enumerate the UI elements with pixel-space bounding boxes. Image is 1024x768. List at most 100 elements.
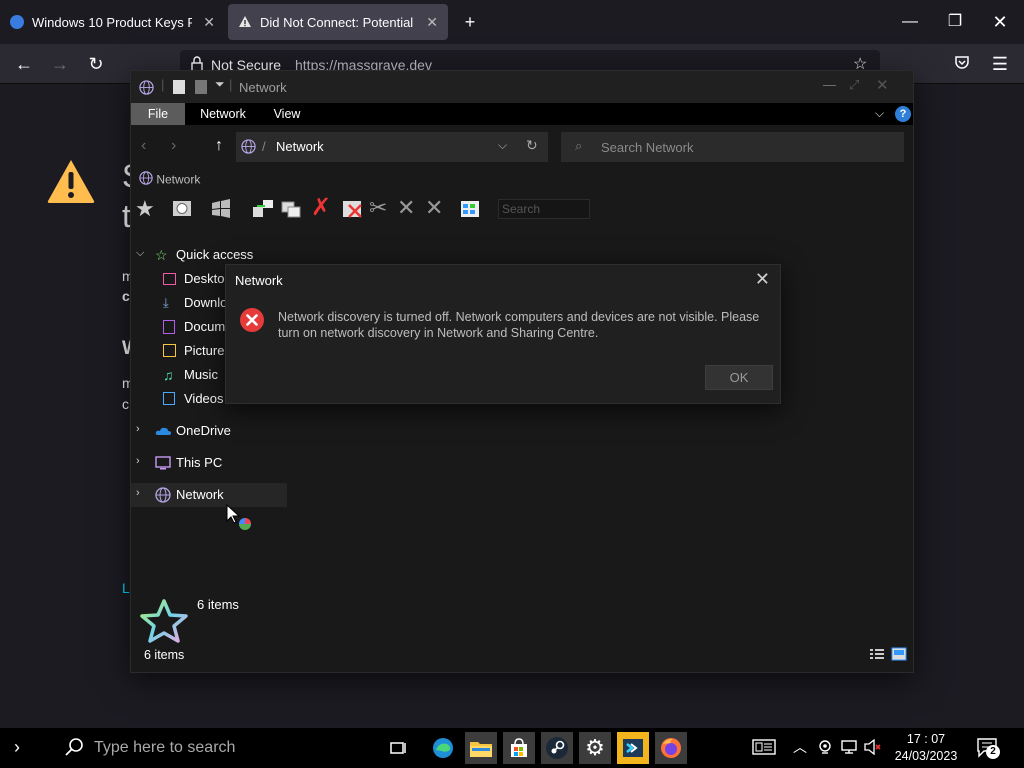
- search-input[interactable]: ⌕ Search Network: [561, 132, 904, 162]
- customize-qat-icon[interactable]: ⏷: [215, 77, 225, 92]
- delete-window-icon[interactable]: [341, 197, 365, 221]
- explorer-maximize-button[interactable]: ⤢: [849, 77, 859, 93]
- collapsed-chevron-icon[interactable]: ›: [136, 487, 140, 499]
- nav-network[interactable]: › Network: [131, 483, 287, 507]
- tab-windows-10-product-keys[interactable]: Windows 10 Product Keys Free ( ✕: [0, 4, 225, 40]
- webcam-icon[interactable]: [818, 739, 832, 760]
- nav-label: Network: [176, 487, 224, 502]
- title-separator: |: [229, 77, 233, 92]
- windows-cascade-icon[interactable]: [279, 197, 303, 221]
- restore-button[interactable]: ❐: [935, 8, 975, 36]
- documents-icon: [163, 320, 175, 334]
- large-icons-view-icon[interactable]: [891, 647, 907, 666]
- clock-time: 17 : 07: [906, 732, 946, 746]
- tab-file[interactable]: File: [131, 103, 185, 125]
- taskbar-search-input[interactable]: Type here to search: [94, 739, 235, 757]
- network-globe-icon: [139, 171, 153, 188]
- properties-icon[interactable]: [173, 80, 185, 94]
- status-bar-item-count: 6 items: [144, 648, 185, 662]
- volume-muted-icon[interactable]: [864, 738, 882, 760]
- nav-label: OneDrive: [176, 423, 231, 438]
- disconnect-drive-icon[interactable]: ✕: [397, 197, 421, 221]
- network-globe-icon: [139, 80, 154, 98]
- refresh-icon[interactable]: ↻: [526, 137, 538, 154]
- steam-icon[interactable]: [541, 732, 573, 764]
- terminal-app-icon[interactable]: [617, 732, 649, 764]
- collapsed-chevron-icon[interactable]: ›: [136, 455, 140, 467]
- tab-view[interactable]: View: [265, 103, 309, 125]
- dialog-close-button[interactable]: ✕: [755, 269, 770, 290]
- collapsed-chevron-icon[interactable]: ›: [136, 423, 140, 435]
- settings-gear-icon[interactable]: ⚙: [579, 732, 611, 764]
- address-bar[interactable]: / Network ⌵ ↻: [236, 132, 548, 162]
- nav-label: Quick access: [176, 247, 254, 262]
- tab-close-icon[interactable]: ✕: [203, 14, 215, 31]
- taskbar-clock[interactable]: 17 : 07 24/03/2023: [884, 731, 968, 765]
- nav-this-pc[interactable]: › This PC: [131, 451, 291, 475]
- toolbar-search-input[interactable]: Search: [498, 199, 590, 219]
- address-dropdown-icon[interactable]: ⌵: [498, 138, 507, 153]
- map-drive-icon[interactable]: [251, 197, 275, 221]
- warning-triangle-icon: [46, 158, 96, 204]
- page-text-fragment: c: [122, 396, 129, 412]
- breadcrumb-separator: /: [262, 139, 266, 154]
- location-text: Network: [156, 172, 201, 187]
- quick-access-large-star-icon: [139, 598, 189, 649]
- network-globe-icon: [241, 139, 256, 157]
- start-chevron-icon[interactable]: ›: [14, 737, 20, 758]
- details-view-icon[interactable]: [869, 647, 885, 666]
- page-link-fragment[interactable]: L: [122, 580, 130, 596]
- windows-taskbar: › Type here to search ⚙ ︿ 17 : 07 24/03/…: [0, 728, 1024, 768]
- expanded-chevron-icon[interactable]: ⌵: [136, 247, 144, 260]
- file-explorer-icon[interactable]: [465, 732, 497, 764]
- nav-label: Downlo: [184, 295, 228, 310]
- windows-flag-icon[interactable]: [209, 197, 233, 221]
- news-widget-icon[interactable]: [752, 738, 776, 761]
- breadcrumb[interactable]: Network: [276, 139, 324, 154]
- ok-button[interactable]: OK: [705, 365, 773, 390]
- tab-network[interactable]: Network: [197, 103, 249, 125]
- close-window-button[interactable]: ✕: [980, 8, 1020, 36]
- show-hidden-icons-icon[interactable]: ︿: [793, 737, 807, 757]
- microsoft-store-icon[interactable]: [503, 732, 535, 764]
- favorite-star-icon[interactable]: ★: [135, 197, 159, 221]
- tab-close-icon[interactable]: ✕: [426, 14, 438, 31]
- videos-icon: [163, 392, 175, 405]
- forward-arrow-icon[interactable]: →: [48, 52, 72, 76]
- network-status-icon[interactable]: [840, 739, 858, 760]
- ribbon-tabs: File Network View ⌵ ?: [131, 103, 913, 125]
- new-tab-button[interactable]: +: [458, 10, 482, 34]
- expand-ribbon-icon[interactable]: ⌵: [875, 106, 884, 121]
- pictures-icon: [163, 344, 176, 357]
- task-view-icon[interactable]: [382, 732, 414, 764]
- pocket-icon[interactable]: [950, 52, 974, 76]
- back-button[interactable]: ‹: [141, 137, 146, 155]
- search-icon[interactable]: [64, 737, 84, 762]
- nav-label: Music: [184, 367, 218, 382]
- tab-did-not-connect[interactable]: Did Not Connect: Potential Sec ✕: [228, 4, 448, 40]
- firefox-icon[interactable]: [655, 732, 687, 764]
- warning-favicon-icon: [238, 15, 252, 29]
- nav-onedrive[interactable]: › OneDrive: [131, 419, 291, 443]
- onedrive-cloud-icon: [155, 423, 171, 439]
- reload-icon[interactable]: ↻: [84, 52, 108, 76]
- menu-hamburger-icon[interactable]: ☰: [988, 52, 1012, 76]
- explorer-close-button[interactable]: ✕: [876, 76, 889, 94]
- help-icon[interactable]: ?: [895, 106, 911, 122]
- music-icon: ♫: [163, 367, 174, 383]
- new-folder-icon[interactable]: [195, 80, 207, 94]
- view-options-icon[interactable]: [459, 197, 483, 221]
- explorer-minimize-button[interactable]: —: [823, 77, 836, 92]
- forward-button[interactable]: ›: [171, 137, 176, 155]
- explorer-title-bar: | ⏷ | Network — ⤢ ✕: [131, 71, 913, 103]
- disconnect-icon[interactable]: ✂: [369, 197, 393, 221]
- edge-browser-icon[interactable]: [427, 732, 459, 764]
- error-icon: [239, 307, 265, 338]
- up-arrow-icon[interactable]: ↑: [215, 137, 223, 155]
- disconnect-all-icon[interactable]: ✕: [425, 197, 449, 221]
- history-icon[interactable]: [171, 197, 195, 221]
- back-arrow-icon[interactable]: ←: [12, 52, 36, 76]
- page-text-fragment: c: [122, 288, 130, 304]
- minimize-button[interactable]: —: [890, 8, 930, 36]
- delete-x-icon[interactable]: ✗: [311, 196, 335, 221]
